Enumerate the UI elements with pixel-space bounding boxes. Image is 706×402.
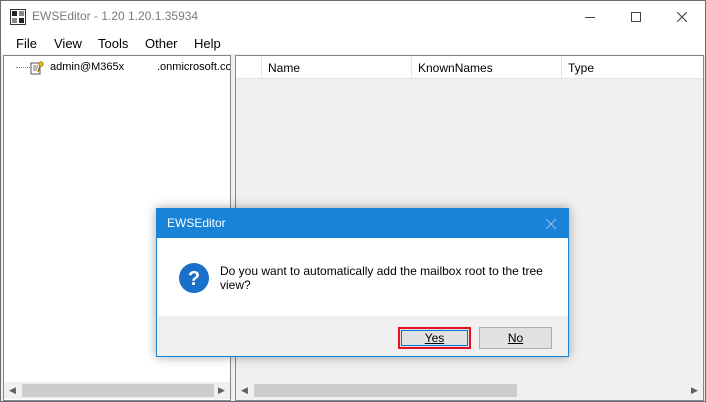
close-icon	[677, 11, 687, 22]
tree-item-domain: .onmicrosoft.com	[157, 61, 231, 73]
scroll-right-icon[interactable]: ▶	[213, 382, 230, 399]
tree-connector	[16, 67, 30, 68]
maximize-icon	[631, 11, 641, 22]
window-title: EWSEditor - 1.20 1.20.1.35934	[32, 9, 199, 23]
app-icon	[10, 9, 26, 25]
close-icon	[546, 218, 556, 229]
tree-item-label: admin@M365x	[50, 61, 125, 73]
title-bar[interactable]: EWSEditor - 1.20 1.20.1.35934	[1, 1, 705, 32]
scroll-thumb[interactable]	[22, 384, 214, 397]
mailbox-key-icon	[30, 60, 44, 76]
menu-bar: File View Tools Other Help	[1, 32, 705, 54]
minimize-button[interactable]	[567, 1, 613, 32]
minimize-icon	[585, 16, 595, 18]
menu-file[interactable]: File	[16, 36, 37, 51]
dialog-title: EWSEditor	[167, 216, 226, 230]
scroll-right-icon[interactable]: ▶	[686, 382, 703, 399]
dialog-close-button[interactable]	[536, 209, 566, 238]
column-header-name[interactable]: Name	[262, 56, 412, 79]
dialog-body: ? Do you want to automatically add the m…	[157, 238, 568, 316]
menu-tools[interactable]: Tools	[98, 36, 128, 51]
maximize-button[interactable]	[613, 1, 659, 32]
scroll-left-icon[interactable]: ◀	[4, 382, 21, 399]
grid-horizontal-scrollbar[interactable]: ◀ ▶	[236, 382, 703, 399]
column-header-selector[interactable]	[236, 56, 262, 79]
column-header-type[interactable]: Type	[562, 56, 703, 79]
scroll-left-icon[interactable]: ◀	[236, 382, 253, 399]
dialog-message: Do you want to automatically add the mai…	[220, 264, 543, 292]
yes-button[interactable]: Yes	[398, 327, 471, 349]
column-header-knownnames[interactable]: KnownNames	[412, 56, 562, 79]
no-button[interactable]: No	[479, 327, 552, 349]
tree-item-mailbox[interactable]: admin@M365x .onmicrosoft.com	[4, 58, 231, 76]
question-icon: ?	[178, 262, 210, 294]
svg-text:?: ?	[188, 268, 200, 290]
menu-help[interactable]: Help	[194, 36, 221, 51]
dialog-footer: Yes No	[157, 316, 568, 356]
dialog-title-bar[interactable]: EWSEditor	[157, 209, 568, 238]
main-window: EWSEditor - 1.20 1.20.1.35934 File View …	[0, 0, 706, 402]
confirm-dialog: EWSEditor ? Do you want to automatically…	[156, 208, 569, 357]
menu-other[interactable]: Other	[145, 36, 178, 51]
scroll-thumb[interactable]	[254, 384, 517, 397]
tree-horizontal-scrollbar[interactable]: ◀ ▶	[4, 382, 230, 399]
menu-view[interactable]: View	[54, 36, 82, 51]
close-button[interactable]	[659, 1, 705, 32]
